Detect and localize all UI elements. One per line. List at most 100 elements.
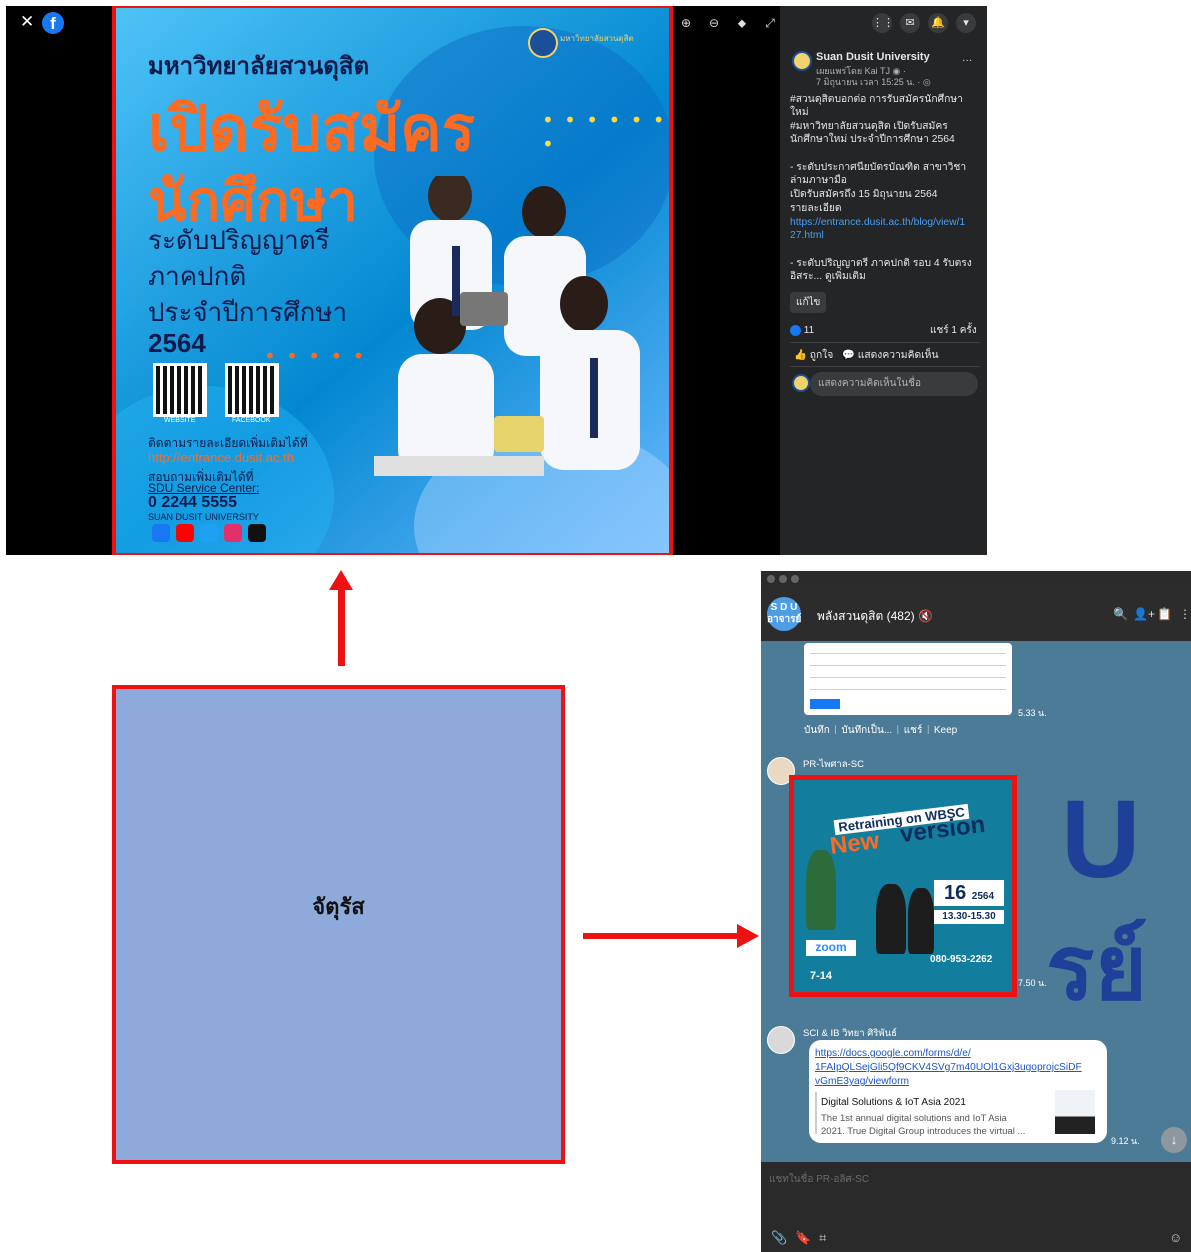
students-photo — [374, 176, 640, 476]
poster-dots-2: • • • • • — [264, 344, 367, 368]
commenter-avatar — [792, 374, 810, 392]
schedule-image[interactable] — [804, 643, 1012, 715]
message-time: 5.33 น. — [1018, 708, 1047, 718]
post-link[interactable]: https://entrance.dusit.ac.th/blog/view/1 — [790, 216, 965, 230]
see-more-link[interactable]: อิสระ... ดูเพิ่มเติม — [790, 270, 866, 284]
viewer-toolbar: ⊕ ⊖ ⬥ ⤢ — [672, 16, 784, 31]
comment-input[interactable]: แสดงความคิดเห็นในชื่อ — [810, 372, 978, 396]
attach-icon[interactable]: 📎 — [771, 1230, 787, 1246]
like-action-label: ถูกใจ — [809, 350, 834, 361]
page-name[interactable]: Suan Dusit University — [816, 51, 930, 65]
post-date[interactable]: 7 มิถุนายน เวลา 15:25 น. · ◎ — [816, 76, 931, 90]
window-close-button[interactable] — [767, 575, 775, 583]
crop-icon[interactable]: ⌗ — [819, 1230, 826, 1246]
wbsc-training-image[interactable]: Retraining on WBSC New version 16 2564 1… — [789, 775, 1017, 997]
zoom-out-icon[interactable]: ⊖ — [700, 16, 728, 30]
share-count[interactable]: แชร์ 1 ครั้ง — [930, 324, 977, 338]
like-count-value: 11 — [803, 325, 815, 336]
arrow-up-shaft — [338, 586, 345, 666]
search-icon[interactable]: 🔍 — [1113, 607, 1128, 621]
zoom-in-icon[interactable]: ⊕ — [672, 16, 700, 30]
sender-name: PR-ไพศาล-SC — [803, 759, 864, 770]
message-time: 9.12 น. — [1111, 1136, 1140, 1146]
wbsc-dates: 7-14 — [810, 970, 833, 982]
messenger-icon[interactable]: ✉ — [900, 13, 920, 33]
divider — [790, 366, 980, 367]
poster-logo-text: มหาวิทยาลัยสวนดุสิต — [560, 34, 634, 43]
preview-title[interactable]: Digital Solutions & IoT Asia 2021 — [821, 1097, 966, 1108]
add-friend-icon[interactable]: 👤+ — [1133, 607, 1155, 621]
more-menu-icon[interactable]: ⋮ — [1179, 607, 1191, 621]
emoji-icon[interactable]: ☺ — [1169, 1230, 1182, 1245]
post-text-line: นักศึกษาใหม่ ประจำปีการศึกษา 2564 — [790, 134, 955, 145]
comment-icon: 💬 — [842, 350, 855, 361]
edit-button[interactable]: แก้ไข — [790, 292, 827, 313]
preview-description: 2021. True Digital Group introduces the … — [821, 1126, 1026, 1137]
poster-program: ภาคปกติ — [148, 261, 247, 291]
tiktok-icon — [248, 524, 266, 542]
like-action[interactable]: 👍 ถูกใจ — [794, 349, 833, 363]
square-box: จัตุรัส — [112, 685, 565, 1164]
bookmark-icon[interactable]: 🔖 — [795, 1230, 811, 1246]
link-message-bubble: https://docs.google.com/forms/d/e/ 1FAIp… — [809, 1040, 1107, 1143]
post-link-cont[interactable]: 27.html — [790, 229, 824, 243]
poster-level: ระดับปริญญาตรี — [148, 225, 330, 255]
admission-poster: มหาวิทยาลัยสวนดุสิต มหาวิทยาลัยสวนดุสิต … — [114, 6, 669, 555]
notifications-icon[interactable]: 🔔 — [928, 13, 948, 33]
post-text-line: ใหม่ — [790, 107, 809, 118]
line-chat-window: S D U อาจารย์ พลังสวนดุสิต (482) 🔇 🔍 👤+ 📋… — [761, 571, 1191, 1252]
page-avatar[interactable] — [792, 51, 812, 71]
wbsc-new: New — [828, 827, 881, 860]
speaker-photo — [876, 884, 906, 954]
chat-title[interactable]: พลังสวนดุสิต (482) 🔇 — [817, 607, 933, 626]
post-more-icon[interactable]: ··· — [962, 54, 972, 68]
arrow-right-head — [737, 924, 759, 948]
schedule-row — [810, 677, 1006, 678]
thumbs-up-icon: 👍 — [794, 350, 807, 361]
form-link[interactable]: 1FAIpQLSejGli5Qf9CKV4SVg7m40UOl1Gxj3ugop… — [815, 1062, 1082, 1073]
form-link[interactable]: vGmE3yag/viewform — [815, 1076, 909, 1087]
like-reaction-icon — [790, 324, 801, 336]
window-minimize-button[interactable] — [779, 575, 787, 583]
schedule-row — [810, 653, 1006, 654]
scroll-down-button[interactable]: ↓ — [1161, 1127, 1187, 1153]
poster-url: http://entrance.dusit.ac.th — [148, 450, 294, 465]
preview-thumbnail[interactable] — [1055, 1090, 1095, 1134]
menu-grid-icon[interactable]: ⋮⋮ — [872, 13, 894, 33]
youtube-icon — [176, 524, 194, 542]
poster-year: 2564 — [148, 328, 206, 358]
arrow-right-shaft — [583, 933, 739, 939]
notes-icon[interactable]: 📋 — [1157, 607, 1172, 621]
form-link[interactable]: https://docs.google.com/forms/d/e/ — [815, 1048, 971, 1059]
tag-icon[interactable]: ⬥ — [728, 16, 756, 31]
post-text-line: - ระดับปริญญาตรี ภาคปกติ รอบ 4 รับตรง — [790, 258, 972, 269]
poster-service: SDU Service Center: — [148, 481, 260, 495]
square-label: จัตุรัส — [312, 895, 365, 920]
comment-action[interactable]: 💬 แสดงความคิดเห็น — [842, 349, 939, 363]
facebook-logo-icon[interactable]: f — [42, 12, 64, 34]
background-letter: รย์ — [1046, 919, 1148, 1019]
preview-description: The 1st annual digital solutions and IoT… — [821, 1113, 1007, 1124]
like-count[interactable]: 11 — [790, 324, 814, 338]
background-letter: U — [1061, 778, 1141, 901]
post-text-line: ล่ามภาษามือ — [790, 175, 847, 186]
instagram-icon — [224, 524, 242, 542]
facebook-qr-code[interactable] — [225, 363, 279, 417]
chat-header: S D U อาจารย์ พลังสวนดุสิต (482) 🔇 🔍 👤+ 📋… — [761, 587, 1191, 641]
message-actions[interactable]: บันทึก ᛁ บันทึกเป็น... ᛁ แชร์ ᛁ Keep — [804, 723, 957, 738]
close-icon[interactable]: ✕ — [20, 12, 34, 32]
post-text-line: - ระดับประกาศนียบัตรบัณฑิต สาขาวิชา — [790, 162, 967, 173]
account-dropdown-icon[interactable]: ▾ — [956, 13, 976, 33]
website-qr-code[interactable] — [153, 363, 207, 417]
group-avatar[interactable]: S D U อาจารย์ — [767, 597, 801, 631]
message-input[interactable]: แชทในชื่อ PR-อลิศ-SC — [769, 1172, 869, 1187]
qr-label-website: WEBSITE — [164, 417, 196, 424]
wbsc-year: 2564 — [971, 891, 995, 902]
poster-univ-en: SUAN DUSIT UNIVERSITY — [148, 512, 259, 522]
schedule-row — [810, 689, 1006, 690]
window-zoom-button[interactable] — [791, 575, 799, 583]
preview-bar — [815, 1092, 817, 1134]
poster-year-label: ประจำปีการศึกษา — [148, 297, 348, 327]
sender-avatar[interactable] — [767, 1026, 795, 1054]
speaker-photo — [806, 850, 836, 930]
